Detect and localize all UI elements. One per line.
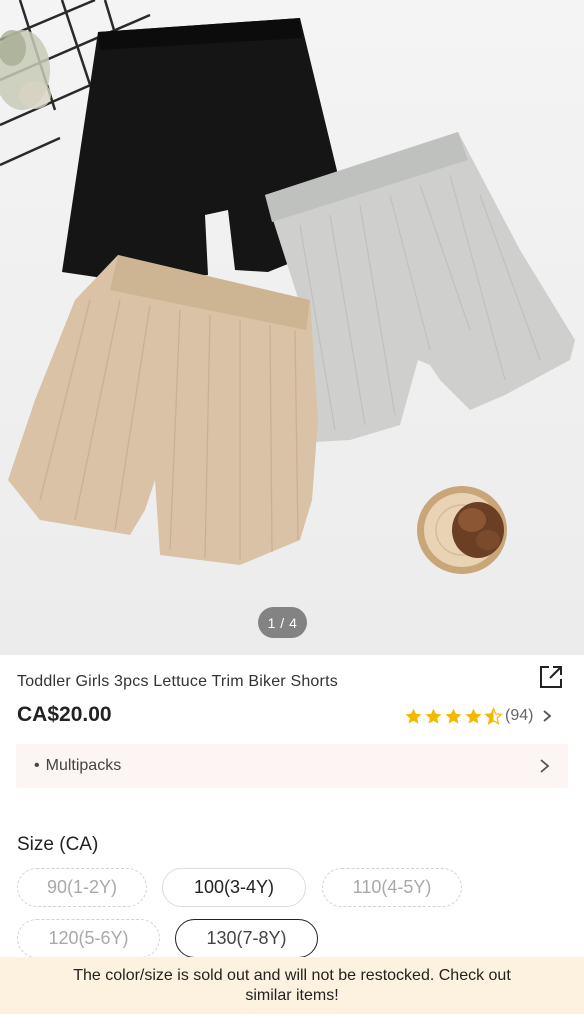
toast-line-1: The color/size is sold out and will not … [73,966,511,984]
product-image-gallery[interactable]: 1 / 4 [0,0,584,655]
size-section-label: Size (CA) [17,834,99,855]
product-photo [0,0,575,574]
bullet: • [34,757,40,774]
product-price: CA$20.00 [17,703,112,726]
multipacks-label: Multipacks [45,757,122,774]
product-title: Toddler Girls 3pcs Lettuce Trim Biker Sh… [17,673,338,690]
size-option-130[interactable]: 130(7-8Y) [175,919,318,958]
size-option-90[interactable]: 90(1-2Y) [17,868,147,907]
bottom-strip [0,1014,584,1024]
share-icon[interactable] [537,663,565,691]
star-rating [404,706,503,726]
plant-decor [0,30,51,110]
star-full-icon [445,708,462,724]
pine-cone-decor [417,486,507,574]
chevron-right-icon [543,710,552,722]
toast-line-2: similar items! [245,986,339,1004]
beige-shorts [8,255,318,565]
size-option-110[interactable]: 110(4-5Y) [322,868,462,907]
chevron-right-icon [540,759,550,773]
rating-summary[interactable]: (94) [404,706,554,726]
multipacks-row[interactable]: • Multipacks [16,744,568,788]
star-full-icon [405,708,422,724]
sold-out-toast: The color/size is sold out and will not … [0,957,584,1014]
star-full-icon [465,708,482,724]
size-option-100[interactable]: 100(3-4Y) [162,868,306,907]
image-pager: 1 / 4 [258,607,307,638]
star-half-icon [484,706,503,725]
star-full-icon [425,708,442,724]
size-option-120[interactable]: 120(5-6Y) [17,919,160,958]
review-count: (94) [505,707,534,724]
